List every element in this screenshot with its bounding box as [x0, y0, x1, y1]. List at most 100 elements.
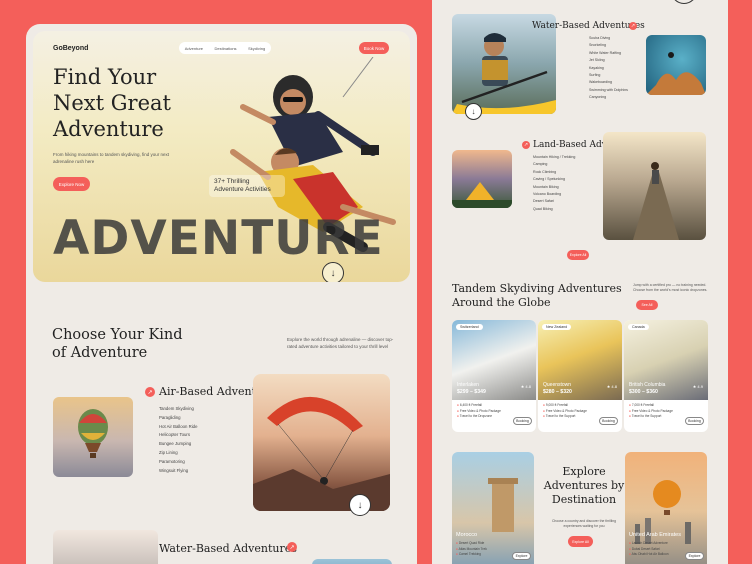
- see-all-button[interactable]: See All: [636, 300, 658, 310]
- arrow-down-icon: ↓: [357, 499, 363, 511]
- nav-item-destinations[interactable]: Destinations: [215, 46, 237, 51]
- explore-button[interactable]: Explore: [685, 552, 704, 560]
- list-item: Abu Dhabi Hot Air Balloon: [629, 552, 669, 558]
- water-adventures-title: Water-Based Adventures: [159, 542, 297, 555]
- choose-description: Explore the world through adrenaline — d…: [287, 337, 394, 349]
- water-preview-image: [53, 530, 158, 564]
- arrow-up-right-icon: ↗: [147, 389, 153, 396]
- land-explore-button[interactable]: Explore All: [567, 250, 589, 260]
- list-item[interactable]: Caving / Spelunking: [533, 176, 575, 183]
- list-item: Desert Quad Ride: [456, 541, 487, 547]
- activity-list: Desert Quad Ride Atlas Mountain Trek Cam…: [456, 541, 487, 558]
- list-item[interactable]: Paramotoring: [159, 458, 197, 467]
- feature-item: Travel to the Support: [629, 414, 673, 420]
- list-item[interactable]: Paragliding: [159, 414, 197, 423]
- destination-card-british-columbia[interactable]: Canada British Columbia $300 – $360 ★ 4.…: [624, 320, 708, 432]
- activity-list: Launch Desert Adventure Dubai Desert Saf…: [629, 541, 669, 558]
- destination-title: Explore Adventures by Destination: [543, 465, 625, 506]
- list-item[interactable]: Wingsuit Flying: [159, 467, 197, 476]
- list-item[interactable]: Scuba Diving: [589, 35, 628, 42]
- feature-item: Travel to the Support: [543, 414, 587, 420]
- list-item[interactable]: Canyoning: [589, 94, 628, 101]
- destination-price: $300 – $360: [629, 389, 658, 395]
- choose-title: Choose Your Kind of Adventure: [52, 327, 183, 361]
- feature-list: 9,000 ft Freefall Free Video & Photo Pac…: [543, 403, 587, 420]
- activities-stat: 37+ Thrilling Adventure Activities: [209, 175, 285, 197]
- list-item[interactable]: Mountain Hiking / Trekking: [533, 154, 575, 161]
- list-item[interactable]: Camping: [533, 161, 575, 168]
- list-item[interactable]: Bungee Jumping: [159, 440, 197, 449]
- nav-item-skydiving[interactable]: Skydiving: [248, 46, 265, 51]
- list-item[interactable]: Helicopter Tours: [159, 431, 197, 440]
- air-scroll-down-button[interactable]: ↓: [349, 494, 371, 516]
- arrow-up-right-icon: ↗: [289, 544, 295, 551]
- morocco-card[interactable]: Morocco Desert Quad Ride Atlas Mountain …: [452, 452, 534, 564]
- scroll-down-button[interactable]: ↓: [322, 262, 344, 282]
- list-item[interactable]: White Water Rafting: [589, 50, 628, 57]
- list-item[interactable]: Rock Climbing: [533, 169, 575, 176]
- list-item[interactable]: Jet Skiing: [589, 57, 628, 64]
- scroll-button-partial[interactable]: [671, 0, 697, 4]
- camping-image: [452, 150, 512, 208]
- destination-card-interlaken[interactable]: Switzerland Interlaken $299 – $349 ★ 4.8…: [452, 320, 536, 432]
- hero-title: Find Your Next Great Adventure: [53, 65, 171, 141]
- feature-list: 6,400 ft Freefall Free Video & Photo Pac…: [457, 403, 501, 420]
- water-adventures-arrow[interactable]: ↗: [287, 542, 297, 552]
- arrow-up-right-icon: ↗: [630, 23, 636, 29]
- rating-badge: ★ 4.8: [606, 384, 617, 389]
- rating-badge: ★ 4.9: [692, 384, 703, 389]
- water-preview-image-2: [312, 559, 392, 564]
- list-item[interactable]: Snorkeling: [589, 42, 628, 49]
- destination-name: British Columbia: [629, 382, 666, 388]
- list-item: Launch Desert Adventure: [629, 541, 669, 547]
- land-arrow[interactable]: ↗: [522, 141, 530, 149]
- logo[interactable]: GoBeyond: [53, 45, 88, 52]
- booking-button[interactable]: Booking: [685, 417, 704, 425]
- explore-all-button[interactable]: Explore All: [568, 536, 593, 547]
- list-item[interactable]: Zip Lining: [159, 449, 197, 458]
- tandem-title: Tandem Skydiving Adventures Around the G…: [452, 282, 622, 309]
- destination-card-queenstown[interactable]: New Zealand Queenstown $280 – $320 ★ 4.8…: [538, 320, 622, 432]
- nav-item-adventure[interactable]: Adventure: [185, 46, 203, 51]
- book-now-button[interactable]: Book Now: [359, 42, 389, 54]
- arrow-down-icon: ↓: [330, 267, 336, 279]
- landing-page-preview: GoBeyond Adventure Destinations Skydivin…: [26, 24, 417, 564]
- list-item[interactable]: Desert Safari: [533, 198, 575, 205]
- uae-card[interactable]: United Arab Emirates Launch Desert Adven…: [625, 452, 707, 564]
- location-pill: Canada: [628, 324, 649, 330]
- paragliding-image: [253, 374, 390, 511]
- list-item[interactable]: Hot Air Balloon Ride: [159, 423, 197, 432]
- water-arrow[interactable]: ↗: [629, 22, 637, 30]
- air-adventures-list: Tandem Skydiving Paragliding Hot Air Bal…: [159, 405, 197, 475]
- destination-name: Interlaken: [457, 382, 479, 388]
- location-pill: Switzerland: [456, 324, 483, 330]
- explore-button[interactable]: Explore: [512, 552, 531, 560]
- scuba-image: [646, 35, 706, 95]
- list-item[interactable]: Surfing: [589, 72, 628, 79]
- air-adventures-arrow[interactable]: ↗: [145, 387, 155, 397]
- list-item[interactable]: Wakeboarding: [589, 79, 628, 86]
- list-item[interactable]: Swimming with Dolphins: [589, 87, 628, 94]
- list-item[interactable]: Mountain Biking: [533, 184, 575, 191]
- destination-name: Morocco: [456, 532, 478, 538]
- nav-bar: Adventure Destinations Skydiving: [179, 42, 271, 54]
- water-scroll-button[interactable]: ↓: [465, 103, 482, 120]
- feature-list: 7,000 ft Freefall Free Video & Photo Pac…: [629, 403, 673, 420]
- booking-button[interactable]: Booking: [599, 417, 618, 425]
- list-item[interactable]: Kayaking: [589, 65, 628, 72]
- hiking-image: [603, 132, 706, 240]
- arrow-down-icon: ↓: [471, 107, 476, 116]
- list-item[interactable]: Volcano Boarding: [533, 191, 575, 198]
- list-item[interactable]: Quad Biking: [533, 206, 575, 213]
- explore-now-button[interactable]: Explore Now: [53, 177, 90, 191]
- destination-price: $299 – $349: [457, 389, 486, 395]
- water-title: Water-Based Adventures: [532, 21, 645, 31]
- booking-button[interactable]: Booking: [513, 417, 532, 425]
- land-list: Mountain Hiking / Trekking Camping Rock …: [533, 154, 575, 213]
- list-item[interactable]: Tandem Skydiving: [159, 405, 197, 414]
- water-list: Scuba Diving Snorkeling White Water Raft…: [589, 35, 628, 102]
- location-pill: New Zealand: [542, 324, 572, 330]
- hero-subtitle: From hiking mountains to tandem skydivin…: [53, 152, 170, 164]
- landing-page-preview-2: ↓ Water-Based Adventures ↗ Scuba Diving …: [432, 0, 728, 564]
- adventure-big-word: ADVENTURE: [53, 211, 384, 266]
